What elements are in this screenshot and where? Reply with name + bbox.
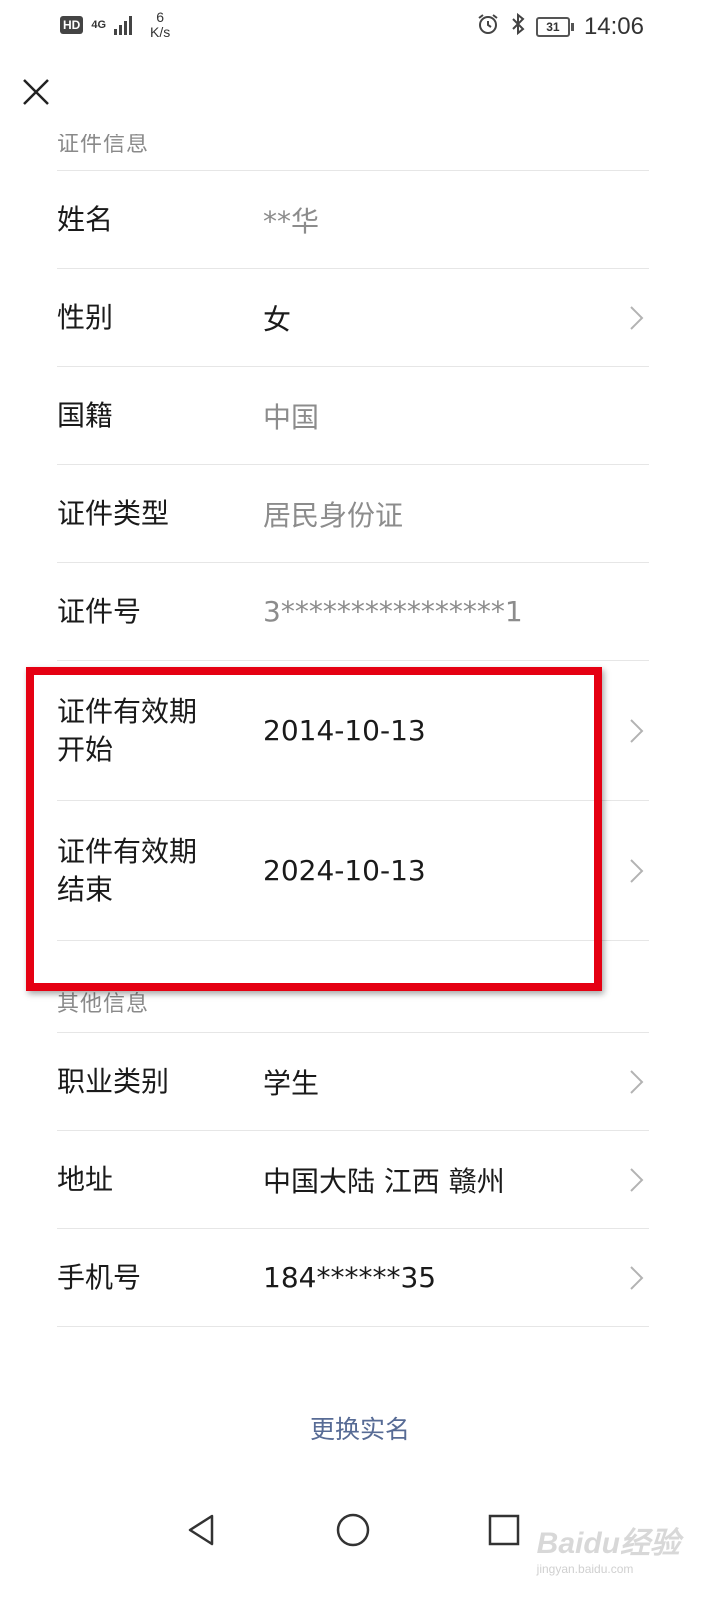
field-valid-start[interactable]: 证件有效期 开始 2014-10-13	[57, 661, 649, 801]
watermark-url: jingyan.baidu.com	[536, 1562, 634, 1576]
chevron-right-icon	[625, 1068, 647, 1096]
field-value: 3****************1	[263, 595, 523, 628]
field-label: 证件有效期 结束	[57, 833, 263, 909]
section-label-other-info: 其他信息	[57, 992, 150, 1017]
status-right: 31 14:06	[476, 12, 644, 41]
field-label-line2: 开始	[57, 732, 114, 766]
speed-unit: K/s	[150, 24, 171, 40]
field-id-number: 证件号 3****************1	[57, 563, 649, 661]
field-label: 证件类型	[57, 496, 170, 530]
field-label: 手机号	[57, 1260, 142, 1294]
field-label: 性别	[57, 300, 114, 334]
field-occupation[interactable]: 职业类别 学生	[57, 1033, 649, 1131]
chevron-right-icon	[625, 857, 647, 885]
field-address[interactable]: 地址 中国大陆 江西 赣州	[57, 1131, 649, 1229]
section-label-id-info: 证件信息	[57, 132, 150, 157]
chevron-right-icon	[625, 1264, 647, 1292]
chevron-right-icon	[625, 1166, 647, 1194]
field-name: 姓名 **华	[57, 171, 649, 269]
back-triangle-icon	[188, 1514, 214, 1546]
watermark: Baidu经验 jingyan.baidu.com	[537, 1518, 680, 1576]
signal-icon	[114, 15, 133, 35]
field-value: 学生	[263, 1066, 320, 1100]
field-label-line1: 证件有效期	[57, 834, 198, 868]
field-phone[interactable]: 手机号 184******35	[57, 1229, 649, 1327]
recents-square-icon	[488, 1514, 520, 1546]
field-value: 中国大陆 江西 赣州	[263, 1164, 505, 1198]
status-left: HD 4G 6 K/s	[60, 10, 170, 40]
field-value: **华	[263, 204, 320, 238]
field-label-line2: 结束	[57, 872, 114, 906]
field-value: 中国	[263, 400, 320, 434]
bluetooth-icon	[510, 12, 526, 41]
chevron-right-icon	[625, 717, 647, 745]
field-label: 姓名	[57, 202, 114, 236]
field-label: 地址	[57, 1162, 114, 1196]
battery-level: 31	[535, 16, 570, 37]
network-type: 4G	[91, 19, 107, 31]
field-label: 证件有效期 开始	[57, 693, 263, 769]
home-circle-icon	[336, 1513, 370, 1547]
field-id-type: 证件类型 居民身份证	[57, 465, 649, 563]
change-realname-button[interactable]: 更换实名	[0, 1410, 720, 1446]
field-value: 女	[263, 302, 292, 336]
network-speed: 6 K/s	[150, 10, 170, 40]
back-button[interactable]	[182, 1510, 222, 1550]
field-label: 职业类别	[57, 1064, 170, 1098]
field-nationality: 国籍 中国	[57, 367, 649, 465]
field-label: 证件号	[57, 594, 142, 628]
battery-icon: 31	[535, 16, 574, 37]
recents-button[interactable]	[484, 1510, 524, 1550]
status-bar: HD 4G 6 K/s 31 14:06	[0, 0, 720, 56]
alarm-icon	[476, 12, 500, 41]
hd-badge: HD	[60, 16, 84, 34]
field-value: 2014-10-13	[263, 714, 426, 747]
close-icon	[23, 79, 49, 105]
field-label-line1: 证件有效期	[57, 694, 198, 728]
watermark-brand: Baidu经验	[536, 1527, 680, 1560]
field-value: 184******35	[263, 1261, 437, 1294]
field-value: 居民身份证	[263, 498, 404, 532]
chevron-right-icon	[625, 304, 647, 332]
clock: 14:06	[583, 12, 644, 40]
field-gender[interactable]: 性别 女	[57, 269, 649, 367]
speed-value: 6	[156, 9, 165, 25]
field-valid-end[interactable]: 证件有效期 结束 2024-10-13	[57, 801, 649, 941]
close-button[interactable]	[18, 74, 54, 110]
field-value: 2024-10-13	[263, 854, 426, 887]
home-button[interactable]	[333, 1510, 373, 1550]
field-label: 国籍	[57, 398, 114, 432]
